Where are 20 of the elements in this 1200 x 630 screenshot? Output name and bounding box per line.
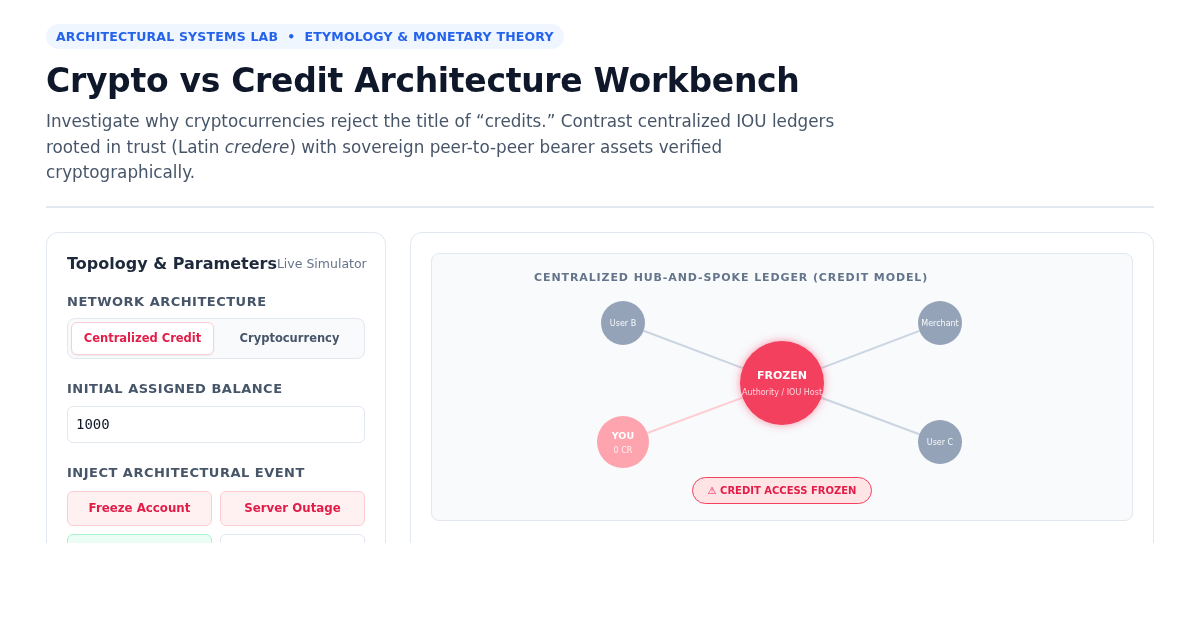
event-button[interactable]: Freeze Account (67, 490, 212, 526)
panel-title: Topology & Parameters (67, 253, 277, 273)
peer-node: User B (601, 300, 645, 345)
balance-input[interactable]: 1000 (67, 405, 365, 443)
hub-node: FROZEN Authority / IOU Host (740, 340, 824, 425)
peer-node: Merchant (918, 300, 962, 345)
event-button[interactable]: Server Outage (220, 490, 365, 526)
user-node: YOU 0 CR (597, 415, 649, 468)
architecture-tab[interactable]: Centralized Credit (71, 321, 214, 355)
architecture-tab[interactable]: Cryptocurrency (218, 321, 361, 355)
page-title: Crypto vs Credit Architecture Workbench (46, 60, 801, 102)
peer-node: User C (918, 419, 962, 464)
alert-badge: ⚠ CREDIT ACCESS FROZEN (692, 476, 872, 504)
section-label: INJECT ARCHITECTURAL EVENT (67, 464, 306, 480)
panel-tag: Live Simulator (276, 255, 367, 271)
diagram-title: CENTRALIZED HUB-AND-SPOKE LEDGER (CREDIT MODEL) (534, 270, 929, 284)
page-description: Investigate why cryptocurrencies reject the title of “credits.” Contrast centralized IOU ledgers rooted in trust (Latin credere) with sovereign peer-to-peer bearer assets verified cryptographically. (46, 110, 836, 184)
section-label: INITIAL ASSIGNED BALANCE (67, 380, 284, 396)
header-badge: ARCHITECTURAL SYSTEMS LAB • ETYMOLOGY & MONETARY THEORY (46, 24, 564, 49)
section-label: NETWORK ARCHITECTURE (67, 293, 268, 309)
